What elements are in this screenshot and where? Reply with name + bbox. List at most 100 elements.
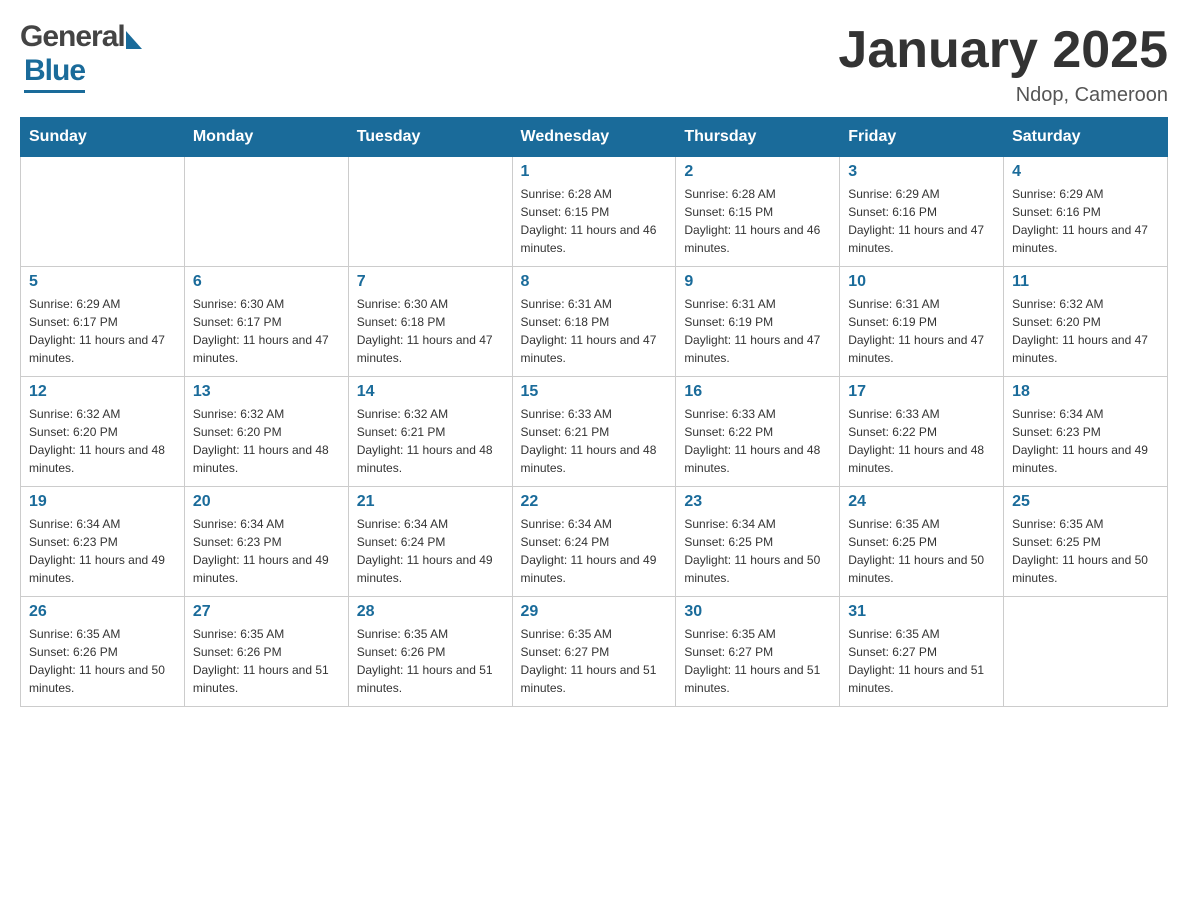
day-number: 14 xyxy=(357,383,504,401)
day-info: Sunrise: 6:33 AM Sunset: 6:21 PM Dayligh… xyxy=(521,405,668,477)
calendar-cell: 25 Sunrise: 6:35 AM Sunset: 6:25 PM Dayli… xyxy=(1004,487,1168,597)
day-info: Sunrise: 6:28 AM Sunset: 6:15 PM Dayligh… xyxy=(684,185,831,257)
day-number: 24 xyxy=(848,493,995,511)
calendar-cell: 1Sunrise: 6:28 AM Sunset: 6:15 PM Daylig… xyxy=(512,157,676,267)
day-number: 6 xyxy=(193,273,340,291)
day-number: 8 xyxy=(521,273,668,291)
day-number: 13 xyxy=(193,383,340,401)
day-info: Sunrise: 6:32 AM Sunset: 6:21 PM Dayligh… xyxy=(357,405,504,477)
calendar-cell: 31Sunrise: 6:35 AM Sunset: 6:27 PM Dayli… xyxy=(840,597,1004,707)
day-number: 12 xyxy=(29,383,176,401)
logo: General Blue xyxy=(20,20,142,93)
day-info: Sunrise: 6:32 AM Sunset: 6:20 PM Dayligh… xyxy=(29,405,176,477)
title-block: January 2025 Ndop, Cameroon xyxy=(838,20,1168,107)
day-number: 11 xyxy=(1012,273,1159,291)
logo-blue-text: Blue xyxy=(24,54,85,93)
day-number: 7 xyxy=(357,273,504,291)
day-number: 3 xyxy=(848,163,995,181)
calendar-header-thursday: Thursday xyxy=(676,118,840,157)
calendar-cell: 11 Sunrise: 6:32 AM Sunset: 6:20 PM Dayli… xyxy=(1004,267,1168,377)
calendar-week-4: 19 Sunrise: 6:34 AM Sunset: 6:23 PM Dayli… xyxy=(21,487,1168,597)
day-info: Sunrise: 6:33 AM Sunset: 6:22 PM Dayligh… xyxy=(848,405,995,477)
calendar-cell xyxy=(1004,597,1168,707)
calendar-cell xyxy=(21,157,185,267)
calendar-cell: 20Sunrise: 6:34 AM Sunset: 6:23 PM Dayli… xyxy=(184,487,348,597)
day-info: Sunrise: 6:29 AM Sunset: 6:16 PM Dayligh… xyxy=(848,185,995,257)
day-number: 21 xyxy=(357,493,504,511)
day-info: Sunrise: 6:34 AM Sunset: 6:25 PM Dayligh… xyxy=(684,515,831,587)
day-info: Sunrise: 6:35 AM Sunset: 6:26 PM Dayligh… xyxy=(29,625,176,697)
calendar-cell: 18Sunrise: 6:34 AM Sunset: 6:23 PM Dayli… xyxy=(1004,377,1168,487)
calendar-cell: 21 Sunrise: 6:34 AM Sunset: 6:24 PM Dayli… xyxy=(348,487,512,597)
calendar-cell: 6 Sunrise: 6:30 AM Sunset: 6:17 PM Daylig… xyxy=(184,267,348,377)
calendar-cell: 27Sunrise: 6:35 AM Sunset: 6:26 PM Dayli… xyxy=(184,597,348,707)
day-number: 26 xyxy=(29,603,176,621)
logo-general-text: General xyxy=(20,20,125,54)
calendar-week-1: 1 Sunrise: 6:28 AM Sunset: 6:15 PM Daylig… xyxy=(21,157,1168,267)
calendar-cell: 26 Sunrise: 6:35 AM Sunset: 6:26 PM Dayli… xyxy=(21,597,185,707)
calendar-table: SundayMondayTuesdayWednesdayThursdayFrid… xyxy=(20,117,1168,707)
day-number: 29 xyxy=(521,603,668,621)
day-number: 28 xyxy=(357,603,504,621)
day-number: 2 xyxy=(684,163,831,181)
day-number: 31 xyxy=(848,603,995,621)
calendar-cell: 23Sunrise: 6:34 AM Sunset: 6:25 PM Dayli… xyxy=(676,487,840,597)
calendar-cell: 4Sunrise: 6:29 AM Sunset: 6:16 PM Daylig… xyxy=(1004,157,1168,267)
calendar-cell: 7 Sunrise: 6:30 AM Sunset: 6:18 PM Daylig… xyxy=(348,267,512,377)
calendar-cell: 29 Sunrise: 6:35 AM Sunset: 6:27 PM Dayli… xyxy=(512,597,676,707)
day-number: 19 xyxy=(29,493,176,511)
calendar-cell: 8 Sunrise: 6:31 AM Sunset: 6:18 PM Daylig… xyxy=(512,267,676,377)
location-text: Ndop, Cameroon xyxy=(838,84,1168,107)
calendar-header-wednesday: Wednesday xyxy=(512,118,676,157)
day-info: Sunrise: 6:34 AM Sunset: 6:23 PM Dayligh… xyxy=(1012,405,1159,477)
day-info: Sunrise: 6:35 AM Sunset: 6:25 PM Dayligh… xyxy=(1012,515,1159,587)
day-number: 30 xyxy=(684,603,831,621)
day-info: Sunrise: 6:34 AM Sunset: 6:23 PM Dayligh… xyxy=(29,515,176,587)
day-info: Sunrise: 6:31 AM Sunset: 6:18 PM Dayligh… xyxy=(521,295,668,367)
calendar-header-saturday: Saturday xyxy=(1004,118,1168,157)
calendar-cell: 3 Sunrise: 6:29 AM Sunset: 6:16 PM Daylig… xyxy=(840,157,1004,267)
day-info: Sunrise: 6:32 AM Sunset: 6:20 PM Dayligh… xyxy=(1012,295,1159,367)
calendar-week-3: 12 Sunrise: 6:32 AM Sunset: 6:20 PM Dayli… xyxy=(21,377,1168,487)
calendar-header-tuesday: Tuesday xyxy=(348,118,512,157)
page-header: General Blue January 2025 Ndop, Cameroon xyxy=(20,20,1168,107)
day-info: Sunrise: 6:31 AM Sunset: 6:19 PM Dayligh… xyxy=(684,295,831,367)
calendar-cell: 5 Sunrise: 6:29 AM Sunset: 6:17 PM Daylig… xyxy=(21,267,185,377)
calendar-header-sunday: Sunday xyxy=(21,118,185,157)
calendar-header-row: SundayMondayTuesdayWednesdayThursdayFrid… xyxy=(21,118,1168,157)
day-number: 25 xyxy=(1012,493,1159,511)
calendar-cell: 10Sunrise: 6:31 AM Sunset: 6:19 PM Dayli… xyxy=(840,267,1004,377)
month-title: January 2025 xyxy=(838,20,1168,80)
day-info: Sunrise: 6:29 AM Sunset: 6:16 PM Dayligh… xyxy=(1012,185,1159,257)
calendar-cell: 15 Sunrise: 6:33 AM Sunset: 6:21 PM Dayli… xyxy=(512,377,676,487)
calendar-cell: 24Sunrise: 6:35 AM Sunset: 6:25 PM Dayli… xyxy=(840,487,1004,597)
day-info: Sunrise: 6:33 AM Sunset: 6:22 PM Dayligh… xyxy=(684,405,831,477)
calendar-header-friday: Friday xyxy=(840,118,1004,157)
calendar-cell xyxy=(348,157,512,267)
day-info: Sunrise: 6:31 AM Sunset: 6:19 PM Dayligh… xyxy=(848,295,995,367)
calendar-cell: 9 Sunrise: 6:31 AM Sunset: 6:19 PM Daylig… xyxy=(676,267,840,377)
day-number: 15 xyxy=(521,383,668,401)
calendar-header-monday: Monday xyxy=(184,118,348,157)
calendar-cell: 12 Sunrise: 6:32 AM Sunset: 6:20 PM Dayli… xyxy=(21,377,185,487)
day-number: 5 xyxy=(29,273,176,291)
calendar-cell: 17 Sunrise: 6:33 AM Sunset: 6:22 PM Dayli… xyxy=(840,377,1004,487)
day-info: Sunrise: 6:35 AM Sunset: 6:27 PM Dayligh… xyxy=(684,625,831,697)
calendar-cell: 2 Sunrise: 6:28 AM Sunset: 6:15 PM Daylig… xyxy=(676,157,840,267)
day-number: 22 xyxy=(521,493,668,511)
calendar-cell: 30 Sunrise: 6:35 AM Sunset: 6:27 PM Dayli… xyxy=(676,597,840,707)
calendar-cell: 22 Sunrise: 6:34 AM Sunset: 6:24 PM Dayli… xyxy=(512,487,676,597)
day-info: Sunrise: 6:35 AM Sunset: 6:27 PM Dayligh… xyxy=(521,625,668,697)
calendar-cell xyxy=(184,157,348,267)
day-info: Sunrise: 6:34 AM Sunset: 6:23 PM Dayligh… xyxy=(193,515,340,587)
day-number: 9 xyxy=(684,273,831,291)
calendar-cell: 13Sunrise: 6:32 AM Sunset: 6:20 PM Dayli… xyxy=(184,377,348,487)
day-number: 17 xyxy=(848,383,995,401)
day-info: Sunrise: 6:34 AM Sunset: 6:24 PM Dayligh… xyxy=(521,515,668,587)
day-info: Sunrise: 6:34 AM Sunset: 6:24 PM Dayligh… xyxy=(357,515,504,587)
day-info: Sunrise: 6:30 AM Sunset: 6:18 PM Dayligh… xyxy=(357,295,504,367)
day-info: Sunrise: 6:35 AM Sunset: 6:26 PM Dayligh… xyxy=(193,625,340,697)
day-info: Sunrise: 6:29 AM Sunset: 6:17 PM Dayligh… xyxy=(29,295,176,367)
day-info: Sunrise: 6:30 AM Sunset: 6:17 PM Dayligh… xyxy=(193,295,340,367)
day-number: 1 xyxy=(521,163,668,181)
